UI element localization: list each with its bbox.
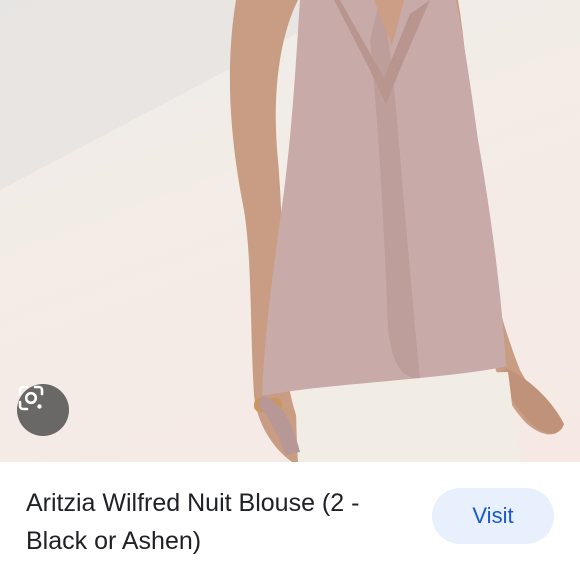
google-lens-icon [18, 385, 44, 411]
product-photo-illustration [0, 0, 564, 462]
google-lens-button[interactable] [17, 384, 69, 436]
result-caption: Aritzia Wilfred Nuit Blouse (2 - Black o… [0, 462, 580, 580]
product-image[interactable] [0, 0, 580, 462]
visit-button[interactable]: Visit [432, 488, 554, 544]
product-title[interactable]: Aritzia Wilfred Nuit Blouse (2 - Black o… [26, 484, 418, 560]
